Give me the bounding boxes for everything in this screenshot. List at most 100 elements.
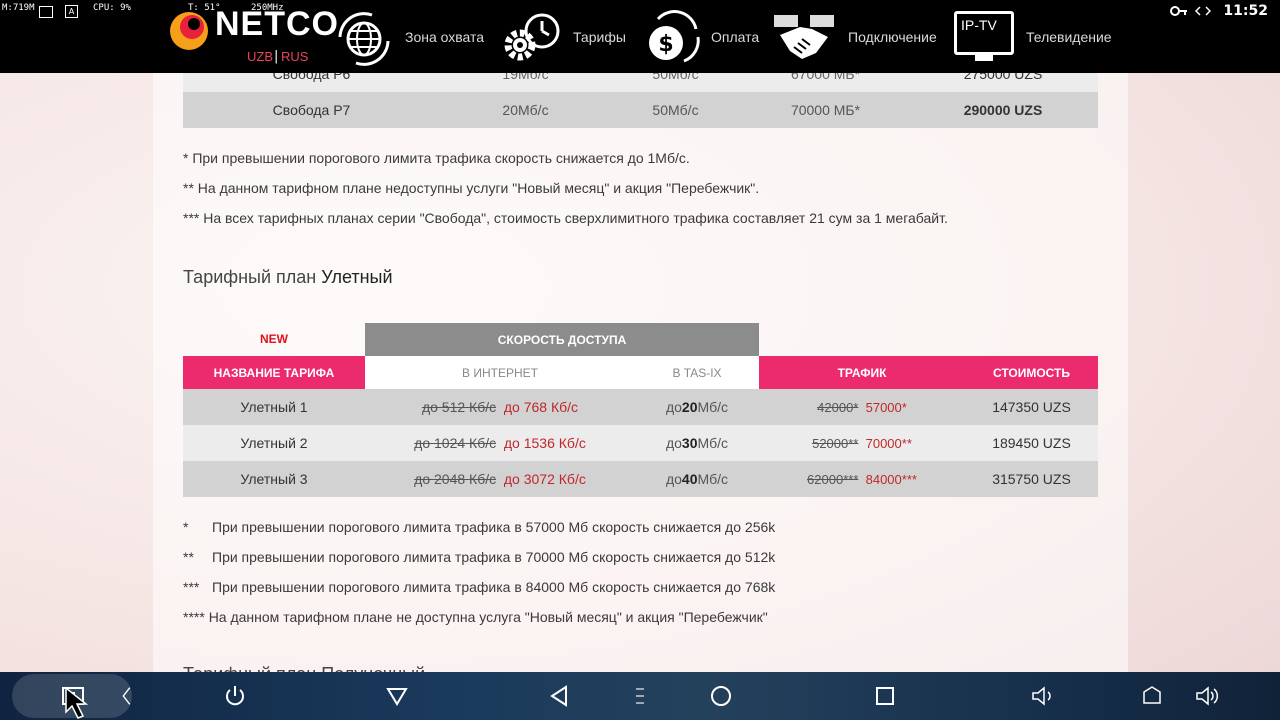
tasix-prefix: до	[665, 435, 682, 451]
volume-up-icon	[1196, 686, 1219, 706]
tariff-name: Улетный 2	[240, 435, 308, 451]
nav-tariffs[interactable]: Тарифы	[500, 0, 626, 73]
lang-rus[interactable]: RUS	[281, 49, 308, 64]
iptv-badge: IP-TV	[961, 16, 997, 33]
old-speed: до 2048 Кб/с	[414, 471, 497, 487]
note-mark: *	[183, 519, 189, 535]
nav-connection-label: Подключение	[848, 28, 937, 45]
home-button[interactable]	[705, 680, 737, 712]
tasix-speed: до 20 Мб/с	[635, 389, 759, 425]
internet-speed: до 1024 Кб/с до 1536 Кб/с	[365, 425, 635, 461]
image-icon	[39, 6, 53, 18]
tasix-prefix: до	[665, 399, 682, 415]
note-mark: ****	[183, 609, 205, 625]
old-traffic: 52000**	[812, 435, 859, 451]
note-text: На данном тарифном плане не доступна усл…	[208, 609, 768, 625]
collapse-button[interactable]	[115, 680, 139, 712]
tv-stand	[975, 54, 993, 61]
table-row: Улетный 3 до 2048 Кб/с до 3072 Кб/с до 4…	[183, 461, 1098, 497]
hide-bar-button[interactable]	[381, 680, 413, 712]
code-arrows-icon	[1195, 6, 1211, 16]
header-name: НАЗВАНИЕ ТАРИФА	[183, 356, 365, 389]
note-mark: ***	[183, 579, 200, 595]
header-tasix: В TAS-IX	[672, 365, 722, 380]
triangle-down-icon	[386, 688, 408, 706]
svoboda-note-2: ** На данном тарифном плане недоступны у…	[183, 180, 760, 196]
new-traffic: 70000**	[865, 435, 912, 451]
chevron-left-icon	[122, 687, 131, 705]
power-button[interactable]	[219, 680, 251, 712]
traffic-value: 52000** 70000**	[759, 425, 965, 461]
nav-payment[interactable]: $ Оплата	[640, 0, 759, 73]
tasix-prefix: до	[665, 471, 682, 487]
screen-toggle-button[interactable]	[1136, 680, 1168, 712]
table-row: Улетный 1 до 512 Кб/с до 768 Кб/с до 20 …	[183, 389, 1098, 425]
section-title-name: Улетный	[321, 267, 393, 287]
globe-arrows-icon	[338, 11, 390, 66]
back-button[interactable]	[543, 680, 575, 712]
uletny-table: NEW СКОРОСТЬ ДОСТУПА НАЗВАНИЕ ТАРИФА В И…	[183, 322, 1098, 497]
traffic-value: 42000* 57000*	[759, 389, 965, 425]
new-speed: до 768 Кб/с	[503, 399, 579, 415]
nav-coverage[interactable]: Зона охвата	[332, 0, 484, 73]
mouse-cursor-icon	[65, 686, 89, 719]
tasix-unit: Мб/с	[697, 471, 729, 487]
tasix-value: 50Мб/с	[652, 102, 699, 118]
tasix-value: 40	[681, 471, 698, 487]
back-triangle-icon	[550, 685, 567, 707]
header-price: СТОИМОСТЬ	[992, 365, 1070, 380]
tasix-speed: до 40 Мб/с	[635, 461, 759, 497]
tasix-value: 30	[681, 435, 698, 451]
tariff-name: Свобода Р7	[272, 102, 351, 118]
hexagon-icon	[1143, 686, 1161, 704]
logo-text: NETCO	[215, 5, 339, 43]
tasix-unit: Мб/с	[697, 399, 729, 415]
svoboda-note-3: *** На всех тарифных планах серии "Свобо…	[183, 210, 948, 226]
old-traffic: 62000***	[807, 471, 859, 487]
text-a-icon: A	[65, 5, 78, 18]
tariff-name: Улетный 1	[240, 399, 308, 415]
new-speed: до 1536 Кб/с	[503, 435, 586, 451]
table-header-row: НАЗВАНИЕ ТАРИФА В ИНТЕРНЕТ В TAS-IX ТРАФ…	[183, 356, 1098, 389]
header-traffic: ТРАФИК	[837, 365, 887, 380]
volume-down-button[interactable]	[1027, 680, 1059, 712]
menu-button[interactable]	[624, 680, 656, 712]
nav-coverage-label: Зона охвата	[405, 28, 485, 45]
status-clock: 11:52	[1223, 3, 1268, 19]
lang-uzb[interactable]: UZB	[247, 49, 273, 64]
price-value: 315750 UZS	[992, 471, 1071, 487]
new-traffic: 57000*	[865, 399, 907, 415]
nav-connection[interactable]: Подключение	[772, 0, 937, 73]
section-title-prefix: Тарифный план	[183, 267, 322, 287]
tasix-speed: до 30 Мб/с	[635, 425, 759, 461]
header-internet: В ИНТЕРНЕТ	[462, 365, 538, 380]
old-speed: до 512 Кб/с	[421, 399, 497, 415]
uletny-note-1: * При превышении порогового лимита трафик…	[183, 519, 775, 535]
table-row: Улетный 2 до 1024 Кб/с до 1536 Кб/с до 3…	[183, 425, 1098, 461]
menu-icon	[636, 688, 644, 704]
home-circle-icon	[711, 686, 731, 706]
recents-button[interactable]	[869, 680, 901, 712]
recents-square-icon	[876, 687, 894, 705]
volume-down-icon	[1032, 686, 1051, 706]
traffic-value: 70000 МБ*	[790, 102, 861, 118]
note-text: При превышении порогового лимита трафика…	[212, 579, 776, 595]
old-speed: до 1024 Кб/с	[414, 435, 497, 451]
internet-speed: до 2048 Кб/с до 3072 Кб/с	[365, 461, 635, 497]
internet-speed: до 512 Кб/с до 768 Кб/с	[365, 389, 635, 425]
gear-clock-icon	[504, 13, 560, 60]
nav-tv[interactable]: IP-TV Телевидение	[953, 0, 1112, 73]
system-navbar	[0, 672, 1280, 720]
dollar-coin-icon: $	[649, 9, 700, 62]
cpu-indicator: CPU: 9%	[93, 3, 131, 13]
nav-tv-label: Телевидение	[1026, 28, 1112, 45]
memory-indicator: M:719M	[2, 3, 35, 13]
new-speed: до 3072 Кб/с	[503, 471, 586, 487]
new-label: NEW	[260, 331, 288, 346]
iptv-icon: IP-TV	[953, 9, 1017, 65]
key-icon	[1170, 6, 1187, 16]
price-value: 290000 UZS	[963, 102, 1043, 118]
table-row: Свобода Р7 20Мб/с 50Мб/с 70000 МБ* 29000…	[183, 92, 1098, 128]
svoboda-note-1: * При превышении порогового лимита трафи…	[183, 150, 690, 166]
volume-up-button[interactable]	[1192, 680, 1224, 712]
